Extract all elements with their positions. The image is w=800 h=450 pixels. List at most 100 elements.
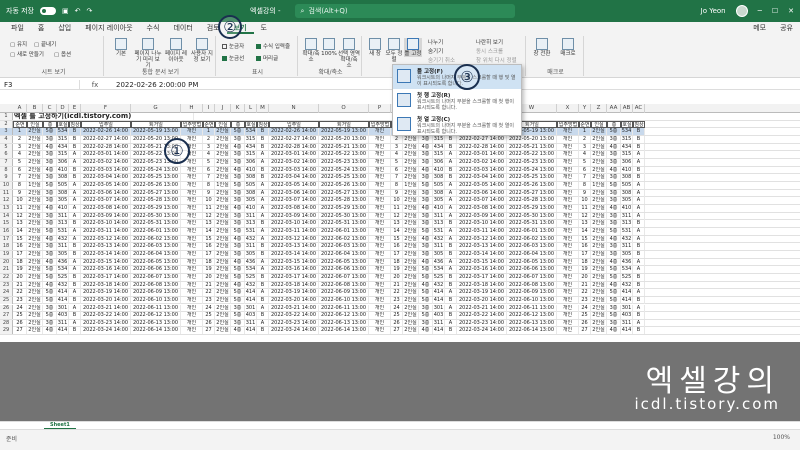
table-cell[interactable]: 2022-06-13 13:00 [507, 319, 557, 327]
table-cell[interactable]: A [633, 181, 645, 189]
table-cell[interactable]: 20 [13, 273, 27, 281]
table-cell[interactable]: 2인실 [27, 319, 43, 327]
table-cell[interactable]: 2022-03-15 14:00 [81, 258, 131, 266]
table-cell[interactable]: 436 [57, 258, 69, 266]
header-cell[interactable]: 순번 [579, 120, 591, 128]
table-cell[interactable]: 2022-03-03 14:00 [269, 166, 319, 174]
table-cell[interactable]: 2인실 [27, 197, 43, 205]
table-cell[interactable]: 2인실 [403, 266, 419, 274]
table-cell[interactable]: 21 [579, 281, 591, 289]
table-cell[interactable]: 2인실 [591, 273, 607, 281]
table-cell[interactable]: 2022-03-03 14:00 [457, 166, 507, 174]
table-cell[interactable]: 개인 [369, 296, 391, 304]
table-cell[interactable]: 5층 [607, 289, 621, 297]
column-header[interactable]: L [245, 104, 257, 113]
header-cell[interactable]: 침상 [69, 120, 81, 128]
table-cell[interactable]: 2022-02-28 14:00 [81, 143, 131, 151]
table-cell[interactable]: 5층 [43, 128, 57, 136]
table-cell[interactable]: 5층 [607, 273, 621, 281]
tab-8[interactable]: 도 [254, 22, 274, 34]
table-cell[interactable]: 3층 [43, 304, 57, 312]
column-header[interactable]: D [57, 104, 69, 113]
table-cell[interactable]: B [633, 296, 645, 304]
header-cell[interactable]: 호실 [621, 120, 633, 128]
table-cell[interactable]: 13 [391, 220, 403, 228]
table-cell[interactable]: 개인 [181, 304, 203, 312]
table-cell[interactable]: 22 [391, 289, 403, 297]
table-cell[interactable]: B [69, 312, 81, 320]
table-cell[interactable]: A [257, 319, 269, 327]
table-cell[interactable]: 25 [391, 312, 403, 320]
table-cell[interactable]: B [69, 243, 81, 251]
table-cell[interactable]: 2022-06-01 13:00 [319, 227, 369, 235]
table-cell[interactable]: 315 [433, 135, 445, 143]
table-cell[interactable]: 2인실 [27, 281, 43, 289]
table-cell[interactable]: 2022-03-18 14:00 [269, 281, 319, 289]
table-cell[interactable]: 2인실 [27, 166, 43, 174]
table-cell[interactable]: 5층 [43, 296, 57, 304]
table-cell[interactable]: 8 [579, 181, 591, 189]
table-cell[interactable]: 14 [579, 227, 591, 235]
table-cell[interactable]: 2인실 [591, 189, 607, 197]
table-cell[interactable]: 17 [579, 250, 591, 258]
table-cell[interactable]: 개인 [181, 181, 203, 189]
table-cell[interactable]: A [69, 266, 81, 274]
table-cell[interactable]: 2022-03-23 14:00 [457, 319, 507, 327]
table-cell[interactable]: 5층 [43, 289, 57, 297]
check-gridlines[interactable]: 눈금선 [222, 54, 244, 62]
table-cell[interactable]: 305 [433, 250, 445, 258]
table-cell[interactable]: A [445, 258, 457, 266]
table-cell[interactable]: 개인 [181, 312, 203, 320]
side-by-side-button[interactable]: 나란히 보기 [476, 38, 503, 46]
table-cell[interactable]: 2022-05-22 13:00 [507, 151, 557, 159]
table-cell[interactable]: 2인실 [403, 319, 419, 327]
table-cell[interactable]: 2인실 [27, 266, 43, 274]
table-cell[interactable]: 개인 [369, 135, 391, 143]
table-cell[interactable]: 2인실 [27, 128, 43, 136]
column-header[interactable]: Y [579, 104, 591, 113]
column-header[interactable]: O [319, 104, 369, 113]
table-cell[interactable]: 2022-06-09 13:00 [507, 289, 557, 297]
table-cell[interactable]: A [257, 304, 269, 312]
table-cell[interactable]: 2인실 [591, 212, 607, 220]
table-cell[interactable]: 21 [391, 281, 403, 289]
table-cell[interactable]: 개인 [557, 312, 579, 320]
table-cell[interactable]: 2022-03-22 14:00 [457, 312, 507, 320]
row-number[interactable]: 21 [0, 266, 13, 274]
split-button[interactable]: 나누기 [428, 38, 443, 46]
menu-freeze-first-column[interactable]: 첫 열 고정(C) 워크시트의 나머지 부분을 스크롤할 때 첫 열이 표시되도… [393, 113, 521, 137]
table-cell[interactable]: 5층 [607, 227, 621, 235]
table-cell[interactable]: A [633, 319, 645, 327]
table-cell[interactable]: A [445, 227, 457, 235]
table-cell[interactable]: 2인실 [403, 304, 419, 312]
table-cell[interactable]: 14 [391, 227, 403, 235]
table-cell[interactable]: 315 [433, 151, 445, 159]
table-cell[interactable]: 11 [13, 204, 27, 212]
zoom-100-button[interactable]: 100% [321, 38, 337, 57]
table-cell[interactable]: B [69, 174, 81, 182]
table-cell[interactable]: 2022-05-26 13:00 [319, 181, 369, 189]
table-cell[interactable]: 2022-03-19 14:00 [269, 289, 319, 297]
table-cell[interactable]: 2인실 [403, 220, 419, 228]
table-cell[interactable]: 4층 [419, 235, 433, 243]
table-cell[interactable]: 3층 [43, 135, 57, 143]
table-cell[interactable]: 5층 [419, 296, 433, 304]
table-cell[interactable]: 4층 [231, 143, 245, 151]
table-cell[interactable]: 3층 [43, 319, 57, 327]
header-cell[interactable]: 호실 [245, 120, 257, 128]
table-cell[interactable]: 301 [245, 304, 257, 312]
table-cell[interactable]: B [445, 174, 457, 182]
row-number[interactable]: 9 [0, 174, 13, 182]
table-cell[interactable]: 개인 [557, 204, 579, 212]
row-number[interactable]: 16 [0, 227, 13, 235]
table-cell[interactable]: 개인 [369, 204, 391, 212]
table-cell[interactable]: 1 [579, 128, 591, 136]
table-cell[interactable]: 4 [391, 151, 403, 159]
table-cell[interactable]: B [257, 296, 269, 304]
table-cell[interactable]: 403 [245, 312, 257, 320]
table-cell[interactable]: 2 [579, 135, 591, 143]
table-cell[interactable]: 2인실 [591, 258, 607, 266]
table-cell[interactable]: 414 [57, 296, 69, 304]
table-cell[interactable]: 4층 [43, 327, 57, 335]
table-cell[interactable]: 개인 [369, 304, 391, 312]
